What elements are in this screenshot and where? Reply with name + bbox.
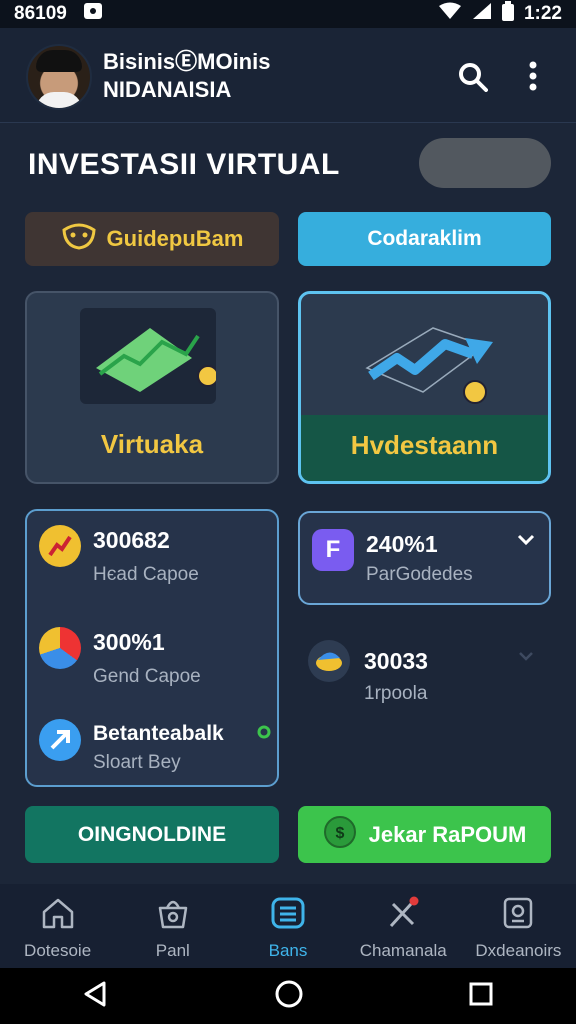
bottom-nav: Dotesoie Panl Bans Chamanala Dxdeanoirs	[0, 884, 576, 968]
profile-line1: BisinisⒺMOinis	[103, 49, 271, 74]
badge-icon: $	[323, 815, 357, 855]
holdings-panel: 300682 Hєad Capoe 300%1 Gend Capoe Betan…	[25, 509, 279, 787]
growth-arrow-icon	[353, 318, 503, 408]
guide-button-label: GuideрuBam	[106, 226, 244, 251]
list-item-subtitle: Sloart Bey	[93, 752, 181, 773]
recents-icon[interactable]	[468, 981, 494, 1012]
portfolio-dropdown[interactable]: F 240%1 ParGodedes	[298, 511, 551, 605]
list-item-subtitle: Hєad Capoe	[93, 564, 199, 585]
signal-icon	[472, 2, 492, 26]
app-bar: BisinisⒺMOinis NIDANAISIA	[0, 28, 576, 123]
gift-icon	[308, 640, 350, 682]
chevron-down-icon[interactable]	[517, 533, 535, 551]
trend-icon	[39, 525, 81, 567]
dropdown-selected: F 240%1 ParGodedes	[312, 529, 473, 589]
list-item[interactable]: 300682 Hєad Capoe	[39, 525, 199, 589]
invest-card[interactable]: Hvdestaann	[298, 291, 551, 484]
virtual-card-label: Virtuaka	[100, 429, 204, 459]
cod-button-label: Codaraklim	[367, 227, 482, 250]
list-item[interactable]: 300%1 Gend Capoe	[39, 627, 201, 691]
home-circle-icon[interactable]	[274, 979, 304, 1014]
guide-button[interactable]: GuideрuBam	[25, 212, 279, 266]
list-item-value: 300682	[93, 527, 170, 553]
profile-title: BisinisⒺMOinis NIDANAISIA	[103, 48, 270, 104]
nav-item-panl[interactable]: Panl	[115, 884, 230, 968]
mode-toggle[interactable]	[419, 138, 551, 188]
dropdown-value: 240%1	[366, 531, 438, 557]
nav-item-home[interactable]: Dotesoie	[0, 884, 115, 968]
status-time-right: 1:22	[523, 3, 562, 24]
list-item-value: 300%1	[93, 629, 165, 655]
search-icon[interactable]	[458, 62, 488, 97]
f-app-icon: F	[312, 529, 354, 571]
nav-label: Chamanala	[359, 941, 447, 960]
list-item-subtitle: 1rpoola	[364, 683, 428, 704]
nav-item-chamanala[interactable]: Chamanala	[346, 884, 461, 968]
nav-item-dxdeanoirs[interactable]: Dxdeanoirs	[461, 884, 576, 968]
status-dot-icon	[257, 725, 271, 744]
jek-button-label: Jekar RaPOUM	[368, 821, 527, 847]
nav-item-bans[interactable]: Bans	[230, 884, 345, 968]
list-icon	[270, 896, 306, 935]
home-icon	[40, 896, 76, 935]
list-item[interactable]: Betanteabalk Sloart Bey	[39, 719, 224, 777]
arrow-up-icon	[39, 719, 81, 761]
list-item-subtitle: Gend Capoe	[93, 666, 201, 687]
nav-label: Dotesoie	[24, 941, 92, 960]
notification-icon	[83, 2, 103, 26]
bag-icon	[155, 896, 191, 935]
profile-line2: NIDANAISIA	[103, 77, 232, 102]
invest-card-label: Hvdestaann	[350, 430, 499, 460]
list-item-value: 30033	[364, 648, 428, 674]
wallet-icon	[500, 896, 536, 935]
cod-button[interactable]: Codaraklim	[298, 212, 551, 266]
system-nav-bar	[0, 968, 576, 1024]
dropdown-subtitle: ParGodedes	[366, 564, 473, 585]
avatar[interactable]	[26, 44, 92, 110]
status-bar: 86109 1:22	[0, 0, 576, 28]
list-item-value: Betanteabalk	[93, 722, 224, 745]
chart-ring-icon	[39, 627, 81, 669]
chevron-down-icon[interactable]	[518, 648, 534, 666]
status-time-left: 86109	[14, 3, 67, 24]
svg-text:$: $	[335, 825, 344, 842]
list-item[interactable]: 30033 1rpoola	[308, 640, 428, 708]
back-icon[interactable]	[82, 980, 110, 1013]
online-button-label: OINGNOLDINE	[77, 822, 227, 846]
money-chart-icon	[80, 308, 219, 404]
more-options-icon[interactable]	[528, 60, 538, 97]
wifi-icon	[438, 2, 462, 26]
nav-label: Bans	[268, 941, 308, 960]
jek-button[interactable]: $ Jekar RaPOUM	[298, 806, 551, 863]
nav-label: Dxdeanoirs	[475, 941, 562, 960]
tools-icon	[385, 896, 421, 935]
nav-label: Panl	[155, 941, 190, 960]
battery-icon	[501, 1, 514, 27]
mask-icon	[61, 222, 97, 256]
virtual-card[interactable]: Virtuaka	[25, 291, 279, 484]
online-button[interactable]: OINGNOLDINE	[25, 806, 279, 863]
page-title: INVESTASII VIRTUAL	[28, 148, 340, 181]
